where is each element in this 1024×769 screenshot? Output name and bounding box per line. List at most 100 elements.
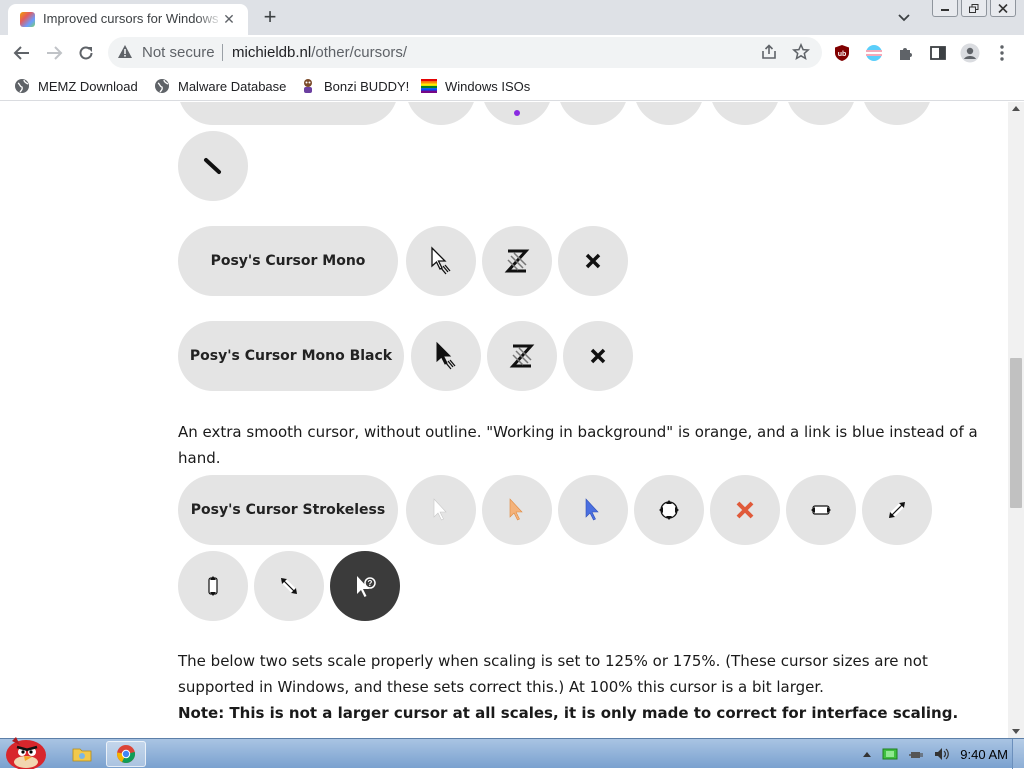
cursor-preview-partial[interactable] xyxy=(634,102,704,125)
arrow-cursor-blue-icon xyxy=(585,498,599,521)
tab-strip: Improved cursors for Windows ✕ + xyxy=(0,0,1024,35)
scaling-note: Note: This is not a larger cursor at all… xyxy=(178,704,959,722)
bookmark-label: Bonzi BUDDY! xyxy=(324,78,410,94)
bookmark-windows-isos[interactable]: Windows ISOs xyxy=(421,77,530,95)
cursor-preview-unavailable[interactable] xyxy=(558,226,628,296)
strokeless-description: An extra smooth cursor, without outline.… xyxy=(178,423,978,467)
power-plug-icon[interactable] xyxy=(908,747,924,761)
move-cursor-icon xyxy=(659,500,679,520)
cursor-set-name: Posy's Cursor Strokeless xyxy=(190,502,386,518)
scaling-description: The below two sets scale properly when s… xyxy=(178,652,928,696)
folder-icon xyxy=(72,748,92,762)
side-panel-icon[interactable] xyxy=(928,43,948,63)
chrome-icon xyxy=(117,745,136,763)
start-button-angry-bird-icon[interactable] xyxy=(2,731,48,769)
close-tab-icon[interactable]: ✕ xyxy=(220,10,238,28)
cursor-preview-partial[interactable] xyxy=(482,102,552,125)
cursor-set-name: Posy's Cursor Mono xyxy=(210,253,366,269)
restore-button[interactable] xyxy=(961,0,987,17)
bookmark-label: Windows ISOs xyxy=(445,78,531,94)
url-text[interactable]: michieldb.nl/other/cursors/ xyxy=(232,44,407,61)
x-cursor-red-icon xyxy=(736,501,754,519)
volume-icon[interactable] xyxy=(934,747,950,761)
cursor-preview-partial[interactable] xyxy=(710,102,780,125)
cursor-preview-help[interactable]: ? xyxy=(330,551,400,621)
share-icon[interactable] xyxy=(760,43,778,61)
cursor-preview-arrow-white[interactable] xyxy=(406,475,476,545)
windows-taskbar: 9:40 AM xyxy=(0,737,1024,769)
cursor-preview-diagonal-resize-alt[interactable] xyxy=(254,551,324,621)
cursor-preview-partial[interactable] xyxy=(558,102,628,125)
bookmark-bonzi-buddy[interactable]: Bonzi BUDDY! xyxy=(300,77,409,95)
cursor-set-name: Posy's Cursor Mono Black xyxy=(189,348,393,364)
cursor-preview-partial[interactable] xyxy=(406,102,476,125)
diagonal-resize-cursor-icon xyxy=(888,501,906,519)
cursor-preview-arrow-black[interactable] xyxy=(411,321,481,391)
cursor-preview-partial[interactable] xyxy=(786,102,856,125)
arrow-cursor-white-icon xyxy=(433,498,447,521)
browser-toolbar: Not secure michieldb.nl/other/cursors/ u… xyxy=(0,35,1024,71)
cursor-set-strokeless-button[interactable]: Posy's Cursor Strokeless xyxy=(178,475,398,545)
security-status[interactable]: Not secure xyxy=(142,44,215,61)
warning-icon[interactable] xyxy=(117,44,133,60)
cursor-preview-busy[interactable] xyxy=(482,226,552,296)
scroll-down-arrow-icon[interactable] xyxy=(1012,729,1020,734)
profile-avatar-icon[interactable] xyxy=(960,43,980,63)
rainbow-flag-icon xyxy=(421,79,437,93)
cursor-preview-vertical-resize[interactable] xyxy=(178,551,248,621)
bookmark-label: Malware Database xyxy=(178,78,287,94)
bookmark-memz[interactable]: MEMZ Download xyxy=(14,77,138,95)
cursor-preview-busy-black[interactable] xyxy=(487,321,557,391)
hourglass-cursor-icon xyxy=(509,344,535,368)
scrollbar-thumb[interactable] xyxy=(1010,358,1022,508)
cursor-preview-diagonal-resize[interactable] xyxy=(862,475,932,545)
url-path: /other/cursors/ xyxy=(311,44,408,61)
new-tab-button[interactable]: + xyxy=(258,6,282,30)
forward-arrow-icon[interactable] xyxy=(44,43,64,63)
cursor-set-button-partial[interactable] xyxy=(178,102,398,125)
network-icon[interactable] xyxy=(882,747,898,761)
tab-search-icon[interactable] xyxy=(896,9,912,25)
close-window-button[interactable] xyxy=(990,0,1016,17)
cursor-preview-move[interactable] xyxy=(634,475,704,545)
arrow-cursor-orange-icon xyxy=(509,498,523,521)
vertical-resize-cursor-icon xyxy=(208,576,218,596)
bookmarks-bar: MEMZ Download Malware Database Bonzi BUD… xyxy=(0,71,1024,101)
page-scrollbar[interactable] xyxy=(1008,102,1024,738)
browser-tab[interactable]: Improved cursors for Windows ✕ xyxy=(8,4,248,35)
more-menu-icon[interactable] xyxy=(992,43,1012,63)
cursor-preview-diagonal-line[interactable] xyxy=(178,131,248,201)
svg-text:?: ? xyxy=(368,579,373,588)
cursor-preview-arrow-orange[interactable] xyxy=(482,475,552,545)
cursor-preview-unavailable-red[interactable] xyxy=(710,475,780,545)
diagonal-resize-cursor-icon xyxy=(204,158,221,174)
cursor-set-mono-button[interactable]: Posy's Cursor Mono xyxy=(178,226,398,296)
ublock-extension-icon[interactable]: ub xyxy=(832,43,852,63)
back-arrow-icon[interactable] xyxy=(12,43,32,63)
taskbar-clock[interactable]: 9:40 AM xyxy=(960,747,1008,762)
x-cursor-icon xyxy=(590,348,606,364)
globe-icon xyxy=(155,79,169,93)
cursor-preview-partial[interactable] xyxy=(862,102,932,125)
page-content: Posy's Cursor Mono Posy's Cursor Mono Bl… xyxy=(0,102,1008,738)
scroll-up-arrow-icon[interactable] xyxy=(1012,106,1020,111)
bookmark-malware-database[interactable]: Malware Database xyxy=(154,77,286,95)
cursor-preview-horizontal-resize[interactable] xyxy=(786,475,856,545)
cursor-preview-unavailable-black[interactable] xyxy=(563,321,633,391)
cursor-preview-arrow[interactable] xyxy=(406,226,476,296)
cursor-set-mono-black-button[interactable]: Posy's Cursor Mono Black xyxy=(178,321,404,391)
address-bar[interactable]: Not secure michieldb.nl/other/cursors/ xyxy=(108,37,822,68)
extensions-puzzle-icon[interactable] xyxy=(896,43,916,63)
show-hidden-icons-icon[interactable] xyxy=(862,750,872,758)
show-desktop-button[interactable] xyxy=(1012,739,1024,769)
minimize-button[interactable] xyxy=(932,0,958,17)
tab-title: Improved cursors for Windows xyxy=(43,11,219,26)
taskbar-file-explorer[interactable] xyxy=(62,741,102,767)
reload-icon[interactable] xyxy=(76,43,96,63)
taskbar-chrome[interactable] xyxy=(106,741,146,767)
globe-icon xyxy=(15,79,29,93)
cursor-preview-arrow-blue[interactable] xyxy=(558,475,628,545)
trans-flag-extension-icon[interactable] xyxy=(864,43,884,63)
bookmark-star-icon[interactable] xyxy=(792,43,810,61)
bonzi-icon xyxy=(304,79,312,93)
